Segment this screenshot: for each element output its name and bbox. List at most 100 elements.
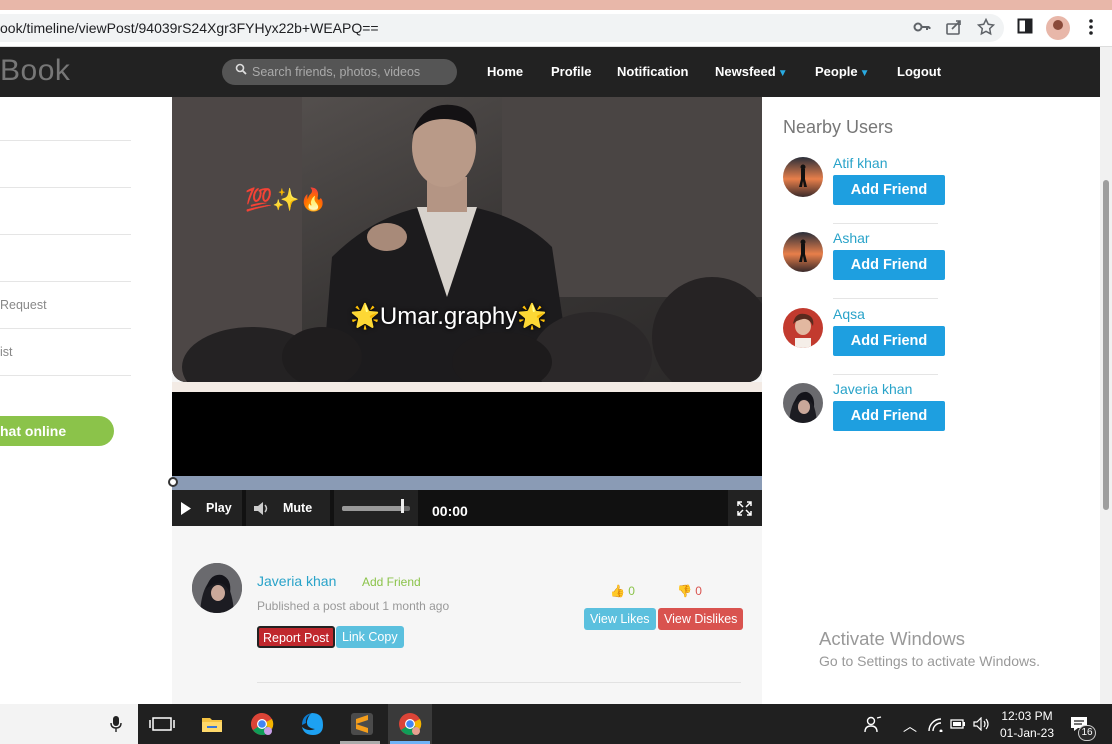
browser-toolbar: ook/timeline/viewPost/94039rS24Xgr3FYHyx… <box>0 10 1112 47</box>
key-icon[interactable] <box>912 18 932 38</box>
fullscreen-button[interactable] <box>728 490 762 526</box>
post-photo[interactable]: 💯✨🔥 🌟Umar.graphy🌟 <box>172 97 762 382</box>
chrome-active-icon <box>399 713 422 735</box>
add-friend-button[interactable]: Add Friend <box>833 175 945 205</box>
chevron-down-icon: ▼ <box>859 68 870 79</box>
nearby-user-card: Aqsa Add Friend <box>783 306 945 375</box>
sidebar-item[interactable] <box>0 94 131 141</box>
nav-people-label: People <box>815 64 858 79</box>
nearby-user-avatar[interactable] <box>783 232 823 272</box>
dislike-counter[interactable]: 👎 0 <box>677 584 702 598</box>
volume-handle[interactable] <box>401 499 405 513</box>
video-progress-bar[interactable] <box>172 476 762 490</box>
share-icon[interactable] <box>944 18 964 38</box>
add-friend-button[interactable]: Add Friend <box>833 401 945 431</box>
battery-icon[interactable] <box>950 718 966 730</box>
taskbar-clock[interactable]: 12:03 PM 01-Jan-23 <box>998 708 1056 742</box>
nearby-user-avatar[interactable] <box>783 157 823 197</box>
people-icon[interactable] <box>863 714 883 734</box>
nearby-divider <box>833 223 938 224</box>
photo-caption: 🌟Umar.graphy🌟 <box>350 303 548 330</box>
sidebar-item-list[interactable]: ist <box>0 329 131 376</box>
like-count: 0 <box>628 584 635 598</box>
nearby-user-card: Ashar Add Friend <box>783 230 945 299</box>
view-dislikes-button[interactable]: View Dislikes <box>658 608 744 630</box>
like-counter[interactable]: 👍 0 <box>610 584 635 598</box>
site-navbar: Book Home Profile Notification Newsfeed▼… <box>0 47 1100 97</box>
nav-people[interactable]: People ▼ <box>815 64 870 79</box>
menu-dots-icon[interactable] <box>1081 18 1101 38</box>
activate-windows-title: Activate Windows <box>819 628 965 649</box>
video-progress-handle[interactable] <box>168 477 178 487</box>
link-copy-button[interactable]: Link Copy <box>336 626 404 648</box>
nearby-user-avatar[interactable] <box>783 308 823 348</box>
nav-newsfeed[interactable]: Newsfeed ▼ <box>715 64 788 79</box>
post-author-name[interactable]: Javeria khan <box>257 573 336 589</box>
url-text[interactable]: ook/timeline/viewPost/94039rS24Xgr3FYHyx… <box>0 20 379 36</box>
chevron-up-icon[interactable]: ︿ <box>903 716 917 736</box>
chrome-icon[interactable] <box>248 710 276 738</box>
edge-icon[interactable] <box>298 710 326 738</box>
sidebar-item[interactable] <box>0 188 131 235</box>
taskbar-search[interactable] <box>0 704 138 744</box>
star-icon[interactable] <box>976 17 996 38</box>
nav-profile[interactable]: Profile <box>551 64 591 79</box>
add-friend-button[interactable]: Add Friend <box>833 326 945 356</box>
file-explorer-icon[interactable] <box>198 710 226 738</box>
sidebar-icon[interactable] <box>1015 18 1035 38</box>
nearby-user-name[interactable]: Ashar <box>833 230 870 246</box>
notification-count-badge: 16 <box>1078 725 1096 741</box>
post-published-time: Published a post about 1 month ago <box>257 599 450 613</box>
thumbs-down-icon: 👎 <box>677 584 692 598</box>
volume-track <box>342 506 410 511</box>
task-view-icon[interactable] <box>148 710 176 738</box>
sidebar-item-request[interactable]: Request <box>0 282 131 329</box>
search-box[interactable] <box>222 59 457 85</box>
nearby-divider <box>833 298 938 299</box>
nearby-user-card: Javeria khan Add Friend <box>783 381 945 443</box>
nearby-user-avatar[interactable] <box>783 383 823 423</box>
chevron-down-icon: ▼ <box>777 68 788 79</box>
thumbs-up-icon: 👍 <box>610 584 625 598</box>
play-icon <box>181 502 191 515</box>
wifi-icon[interactable] <box>928 718 944 732</box>
search-input[interactable] <box>252 62 447 82</box>
scrollbar-thumb[interactable] <box>1103 180 1109 510</box>
volume-icon[interactable] <box>973 717 991 731</box>
mute-label: Mute <box>283 501 313 515</box>
post-author-avatar[interactable] <box>192 563 242 613</box>
dislike-count: 0 <box>695 584 702 598</box>
nearby-user-name[interactable]: Aqsa <box>833 306 865 322</box>
report-post-button[interactable]: Report Post <box>257 626 336 648</box>
search-icon <box>235 63 247 75</box>
windows-taskbar: ︿ 12:03 PM 01-Jan-23 16 <box>0 704 1112 744</box>
nav-notification[interactable]: Notification <box>617 64 689 79</box>
microphone-icon[interactable] <box>110 715 122 733</box>
play-label: Play <box>206 501 232 515</box>
play-button[interactable]: Play <box>172 490 242 526</box>
view-likes-button[interactable]: View Likes <box>584 608 656 630</box>
sidebar-item[interactable] <box>0 141 131 188</box>
post-photo-illustration <box>172 97 762 382</box>
profile-icon[interactable] <box>1046 16 1070 40</box>
fullscreen-icon <box>737 501 752 516</box>
speaker-icon <box>254 502 268 515</box>
address-bar[interactable]: ook/timeline/viewPost/94039rS24Xgr3FYHyx… <box>0 14 1004 42</box>
nearby-users-title: Nearby Users <box>783 117 894 137</box>
sidebar-item[interactable] <box>0 235 131 282</box>
nearby-user-card: Atif khan Add Friend <box>783 155 945 224</box>
sublime-text-icon[interactable] <box>348 710 376 738</box>
nav-home[interactable]: Home <box>487 64 523 79</box>
brand-logo[interactable]: Book <box>0 54 70 88</box>
nearby-user-name[interactable]: Javeria khan <box>833 381 912 397</box>
add-friend-button[interactable]: Add Friend <box>833 250 945 280</box>
clock-date: 01-Jan-23 <box>999 726 1055 740</box>
mute-button[interactable]: Mute <box>246 490 330 526</box>
taskbar-active-app[interactable] <box>388 704 432 744</box>
chat-online-button[interactable]: hat online <box>0 416 114 446</box>
post-add-friend-link[interactable]: Add Friend <box>362 575 421 589</box>
photo-underline <box>172 382 762 392</box>
volume-slider[interactable] <box>334 490 418 526</box>
nav-logout[interactable]: Logout <box>897 64 941 79</box>
nearby-user-name[interactable]: Atif khan <box>833 155 887 171</box>
